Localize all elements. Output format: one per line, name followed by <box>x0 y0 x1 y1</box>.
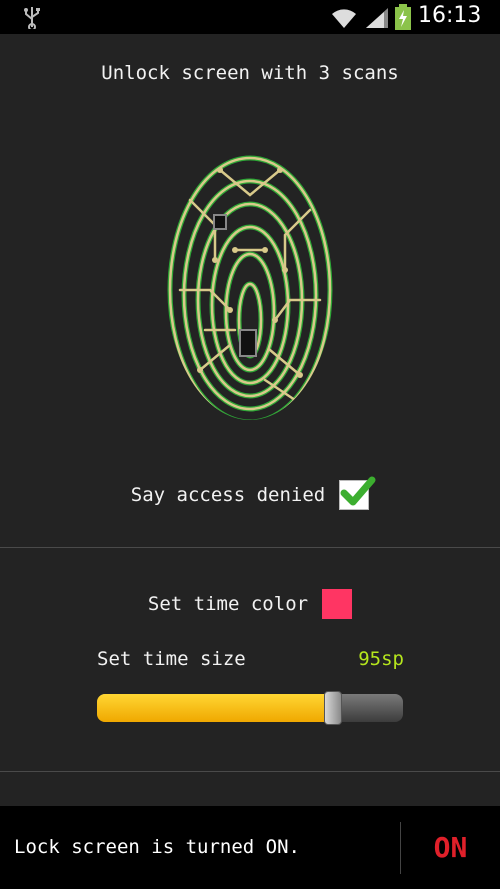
page-title: Unlock screen with 3 scans <box>101 62 399 84</box>
time-size-value: 95sp <box>358 648 404 670</box>
wifi-icon <box>332 9 356 28</box>
signal-icon <box>366 8 388 28</box>
lock-status-text: Lock screen is turned ON. <box>14 836 300 858</box>
usb-icon <box>24 7 40 29</box>
status-time: 16:13 <box>418 3 482 28</box>
fingerprint-circuit-icon[interactable] <box>160 140 340 425</box>
time-color-swatch[interactable] <box>322 589 353 619</box>
divider <box>0 547 500 548</box>
access-denied-row[interactable]: Say access denied <box>0 476 500 513</box>
checkmark-icon <box>340 476 376 506</box>
time-size-label: Set time size <box>97 648 246 670</box>
time-size-slider[interactable] <box>97 691 403 725</box>
slider-thumb[interactable] <box>323 691 342 725</box>
battery-charging-icon <box>395 4 411 30</box>
access-denied-label: Say access denied <box>130 484 326 506</box>
time-color-row[interactable]: Set time color <box>0 588 500 620</box>
access-denied-checkbox[interactable] <box>339 476 376 510</box>
time-color-label: Set time color <box>147 593 309 615</box>
slider-track[interactable] <box>97 694 403 722</box>
status-bar: 16:13 <box>0 0 500 34</box>
slider-fill <box>97 694 333 722</box>
divider <box>0 771 500 772</box>
lock-status-bar: Lock screen is turned ON. ON <box>0 806 500 889</box>
lock-toggle-button[interactable]: ON <box>401 806 500 889</box>
